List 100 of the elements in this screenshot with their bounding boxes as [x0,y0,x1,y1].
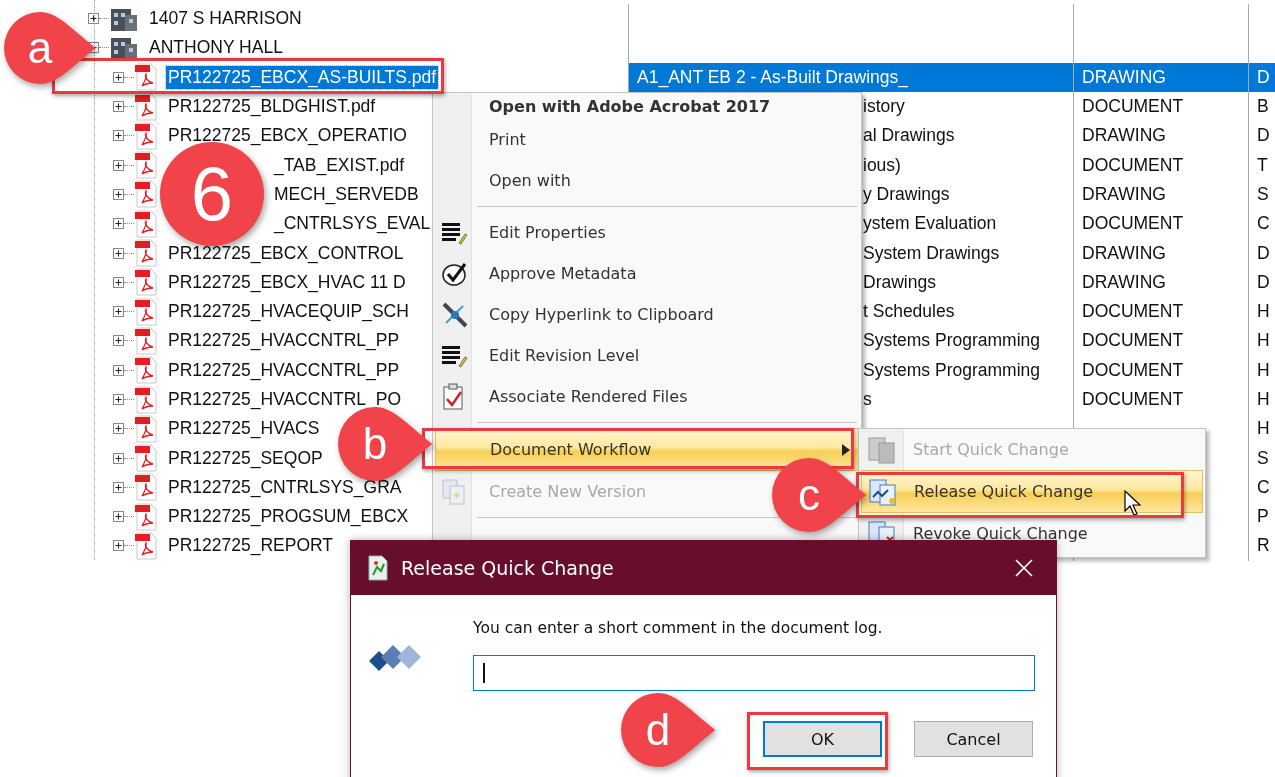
file-name[interactable]: ANTHONY HALL [147,36,285,60]
expand-icon[interactable] [113,394,124,405]
table-cell: D [1257,66,1270,88]
table-cell: DOCUMENT [1082,154,1184,176]
table-cell: B [1257,96,1269,118]
table-cell: C [1257,476,1270,498]
table-cell: DRAWING [1082,183,1166,205]
table-cell: y Drawings [863,183,950,205]
table-cell: ious) [863,154,901,176]
text-cursor [483,663,485,683]
expand-icon[interactable] [113,159,124,171]
file-name[interactable]: PR122725_EBCX_HVAC 11 D [166,270,408,294]
file-name[interactable]: PR122725_CNTRLSYS_GRA [166,475,404,499]
table-cell: s [863,389,872,410]
file-name[interactable]: PR122725_REPORT [166,534,336,558]
table-cell: DOCUMENT [1082,96,1184,118]
table-cell: R [1257,535,1270,557]
pdf-file-icon [134,92,158,121]
file-name[interactable]: PR122725_EBCX_CONTROL [166,241,406,265]
satellite-icon [441,300,469,329]
file-name[interactable]: 1407 S HARRISON [147,7,304,31]
callout-label: 6 [189,162,235,226]
menu-item[interactable]: Open with [435,160,579,201]
table-cell: DOCUMENT [1082,330,1184,352]
file-name[interactable]: PR122725_HVACEQUIP_SCH [166,300,411,324]
file-name[interactable]: PR122725_HVACCNTRL_PP [166,358,402,382]
expand-icon[interactable] [113,188,124,200]
file-name[interactable]: PR122725_EBCX_AS-BUILTS.pdf [166,65,439,89]
table-cell: DOCUMENT [1082,213,1184,235]
file-name[interactable]: PR122725_PROGSUM_EBCX [166,505,411,529]
documents-icon [867,434,897,465]
pdf-file-icon [134,326,158,355]
menu-item[interactable]: Open with Adobe Acrobat 2017 [435,93,779,119]
file-name[interactable]: MECH_SERVEDB [272,182,421,206]
dialog-button[interactable]: Cancel [914,721,1033,757]
dialog-message: You can enter a short comment in the document log. [473,618,884,639]
file-name[interactable]: _TAB_EXIST.pdf [272,153,407,177]
close-icon [1015,559,1033,577]
table-cell: H [1257,418,1270,440]
table-cell: t Schedules [863,301,955,323]
pdf-file-icon [134,63,158,92]
table-cell: H [1257,389,1270,410]
file-name[interactable]: PR122725_BLDGHIST.pdf [166,95,378,119]
table-cell: DOCUMENT [1082,359,1184,381]
expand-icon[interactable] [113,306,124,318]
list-pencil-icon [441,220,467,245]
list-pencil-icon [441,343,467,368]
expand-icon[interactable] [113,71,124,83]
menu-item[interactable]: Edit Properties [435,212,614,253]
table-cell: P [1257,506,1269,528]
clipboard-check-icon [441,382,465,411]
pdf-file-icon [134,209,158,238]
table-cell: Systems Programming [863,359,1040,381]
check-icon [441,260,469,287]
file-name[interactable]: PR122725_HVACS [166,417,322,441]
expand-icon[interactable] [113,130,124,142]
expand-icon[interactable] [113,540,124,552]
menu-item[interactable]: Edit Revision Level [435,335,648,376]
pdf-file-icon [134,121,158,150]
expand-icon[interactable] [113,276,124,288]
pdf-file-icon [134,268,158,297]
copy-icon [441,477,467,506]
file-name[interactable]: PR122725_EBCX_OPERATIO [166,124,409,148]
table-cell: H [1257,359,1270,381]
expand-icon[interactable] [113,364,124,376]
pdf-file-icon [134,180,158,209]
expand-icon[interactable] [113,218,124,230]
expand-icon[interactable] [113,101,124,113]
expand-icon[interactable] [113,452,124,464]
expand-icon[interactable] [88,13,99,25]
dialog-button[interactable]: OK [763,721,882,757]
pdf-file-icon [134,385,158,414]
file-name[interactable]: PR122725_HVACCNTRL_PO [166,388,404,411]
pdf-file-icon [134,239,158,267]
documents-icon [868,476,898,507]
table-cell: C [1257,213,1270,235]
pdf-file-icon [134,473,158,502]
document-icon [367,555,389,581]
pdf-file-icon [134,356,158,385]
table-cell: DRAWING [1082,66,1166,88]
file-name[interactable]: _CNTRLSYS_EVAL [272,212,433,236]
pdf-file-icon [134,414,158,443]
table-cell: D [1257,242,1270,264]
menu-item[interactable]: Copy Hyperlink to Clipboard [435,294,722,335]
expand-icon[interactable] [113,247,124,259]
menu-item[interactable]: Associate Rendered Files [435,376,696,417]
table-cell: System Drawings [863,242,1000,264]
expand-icon[interactable] [113,481,124,493]
table-cell: H [1257,301,1270,323]
table-cell: Drawings [863,271,936,293]
callout-label: c [797,472,821,518]
table-cell: Systems Programming [863,330,1040,352]
file-name[interactable]: PR122725_SEQOP [166,446,325,470]
menu-item[interactable]: Approve Metadata [435,253,645,294]
expand-icon[interactable] [113,423,124,435]
menu-item[interactable]: Print [435,119,534,160]
expand-icon[interactable] [113,511,124,523]
file-name[interactable]: PR122725_HVACCNTRL_PP [166,329,402,353]
expand-icon[interactable] [113,335,124,347]
comment-field[interactable] [473,655,1035,691]
